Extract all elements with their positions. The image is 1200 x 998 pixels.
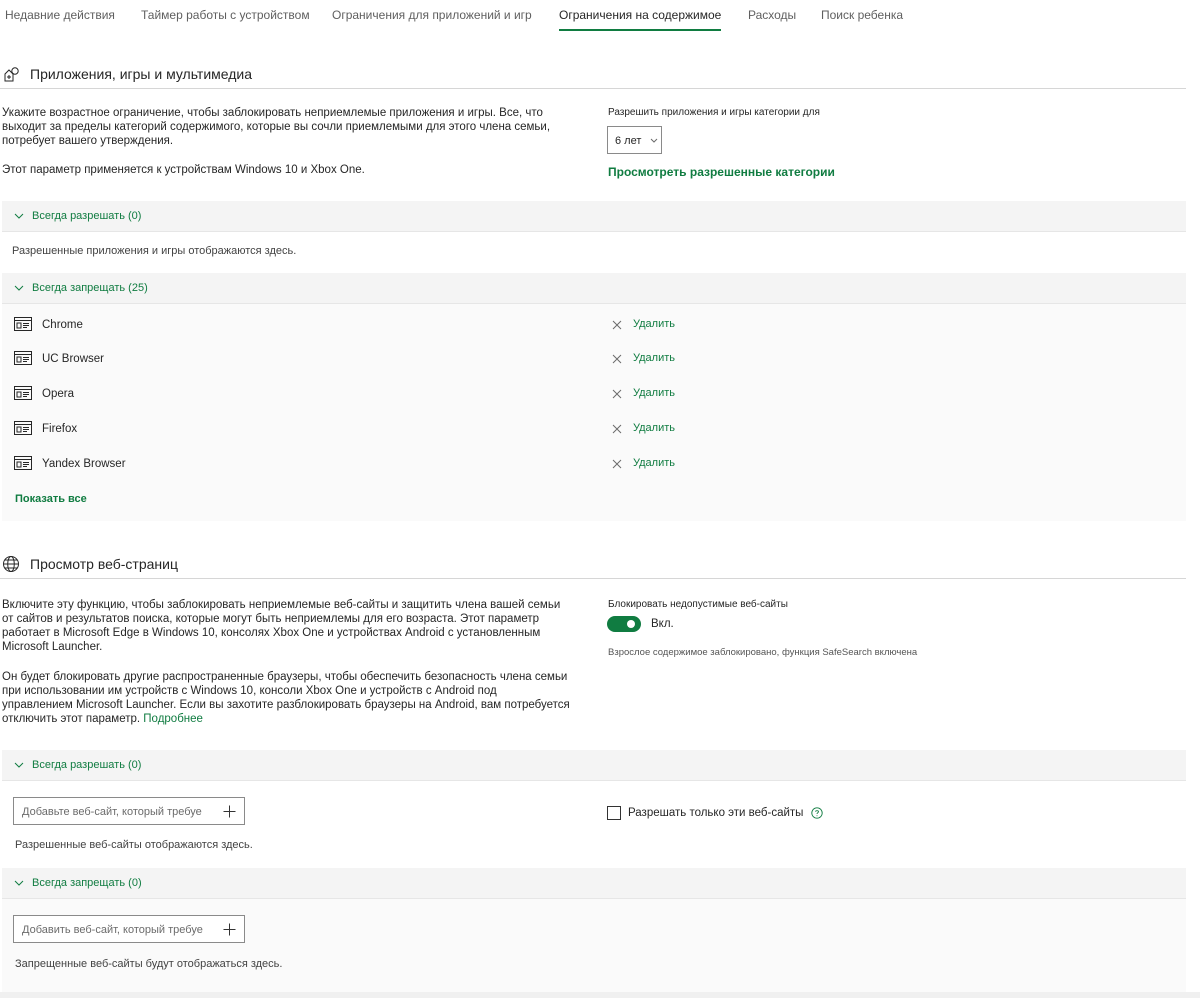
app-window-icon bbox=[14, 456, 32, 470]
remove-label: Удалить bbox=[633, 352, 675, 364]
web-always-allow-title: Всегда разрешать (0) bbox=[32, 759, 142, 771]
age-rating-select[interactable]: 6 лет bbox=[607, 126, 662, 154]
apps-description-line: Укажите возрастное ограничение, чтобы за… bbox=[2, 107, 543, 119]
help-circle-icon[interactable] bbox=[811, 807, 823, 819]
web-description-line: работает в Microsoft Edge в Windows 10, … bbox=[2, 627, 541, 639]
close-icon bbox=[612, 354, 622, 364]
close-icon bbox=[612, 320, 622, 330]
app-name: Opera bbox=[42, 388, 74, 400]
web-section-title: Просмотр веб-страниц bbox=[30, 556, 178, 572]
web-section-header: Просмотр веб-страниц bbox=[0, 549, 1186, 579]
chevron-down-icon bbox=[14, 762, 24, 768]
list-item: Opera Удалить bbox=[2, 376, 1186, 410]
apps-description-line: выходит за пределы категорий содержимого… bbox=[2, 121, 551, 133]
apps-always-allow-title: Всегда разрешать (0) bbox=[32, 210, 142, 222]
age-rating-value: 6 лет bbox=[615, 135, 642, 147]
apps-always-block-header[interactable]: Всегда запрещать (25) bbox=[2, 273, 1186, 303]
list-item: Firefox Удалить bbox=[2, 411, 1186, 445]
web-always-block-title: Всегда запрещать (0) bbox=[32, 877, 142, 889]
app-name: Firefox bbox=[42, 423, 78, 435]
allow-website-input[interactable]: Добавьте веб-сайт, который требуе bbox=[13, 797, 245, 825]
web-description-line: от сайтов и результатов поиска, которые … bbox=[2, 613, 540, 625]
chevron-down-icon bbox=[14, 285, 24, 291]
apps-description: Укажите возрастное ограничение, чтобы за… bbox=[2, 106, 592, 148]
app-window-icon bbox=[14, 421, 32, 435]
only-these-websites-checkbox[interactable] bbox=[607, 806, 621, 820]
web-description-line: Microsoft Launcher. bbox=[2, 641, 103, 653]
list-item: Chrome Удалить bbox=[2, 307, 1186, 341]
toggle-knob bbox=[627, 620, 635, 628]
remove-label: Удалить bbox=[633, 457, 675, 469]
tab-screen-time[interactable]: Таймер работы с устройством bbox=[141, 8, 310, 22]
apps-always-allow-header[interactable]: Всегда разрешать (0) bbox=[2, 201, 1186, 231]
web-description-line: управлением Microsoft Launcher. Если вы … bbox=[2, 699, 570, 711]
remove-label: Удалить bbox=[633, 387, 675, 399]
list-item: Yandex Browser Удалить bbox=[2, 446, 1186, 480]
apps-blocked-list: Chrome Удалить UC Browser Удалить Opera bbox=[2, 303, 1186, 521]
close-icon bbox=[612, 389, 622, 399]
remove-label: Удалить bbox=[633, 318, 675, 330]
tab-bar: Недавние действия Таймер работы с устрой… bbox=[0, 0, 1200, 34]
age-rating-label: Разрешить приложения и игры категории дл… bbox=[608, 107, 820, 118]
list-item: UC Browser Удалить bbox=[2, 341, 1186, 375]
tab-recent-activity[interactable]: Недавние действия bbox=[5, 8, 115, 22]
apps-section-title: Приложения, игры и мультимедиа bbox=[30, 66, 253, 82]
allow-website-placeholder: Добавьте веб-сайт, который требуе bbox=[22, 806, 202, 818]
web-description-line: Включите эту функцию, чтобы заблокироват… bbox=[2, 599, 561, 611]
safesearch-status-text: Взрослое содержимое заблокировано, функц… bbox=[608, 647, 918, 658]
apps-description-line: потребует вашего утверждения. bbox=[2, 135, 174, 147]
web-description-line: Он будет блокировать другие распростране… bbox=[2, 671, 568, 683]
app-window-icon bbox=[14, 386, 32, 400]
chevron-down-icon bbox=[14, 213, 24, 219]
show-all-link[interactable]: Показать все bbox=[15, 493, 87, 505]
web-description-line: отключить этот параметр. Подробнее bbox=[2, 712, 592, 726]
tab-spending[interactable]: Расходы bbox=[748, 8, 796, 22]
web-always-block-body bbox=[2, 898, 1186, 992]
apps-section-header: Приложения, игры и мультимедиа bbox=[0, 59, 1186, 89]
close-icon bbox=[612, 424, 622, 434]
globe-icon bbox=[3, 556, 19, 572]
apps-allowed-empty-text: Разрешенные приложения и игры отображают… bbox=[12, 245, 297, 257]
block-websites-label: Блокировать недопустимые веб-сайты bbox=[608, 599, 788, 610]
allowed-websites-empty-text: Разрешенные веб-сайты отображаются здесь… bbox=[15, 839, 253, 851]
chevron-down-icon bbox=[650, 138, 658, 143]
plus-icon[interactable] bbox=[223, 923, 236, 936]
block-website-placeholder: Добавить веб-сайт, который требуе bbox=[22, 924, 203, 936]
app-window-icon bbox=[14, 317, 32, 331]
close-icon bbox=[612, 459, 622, 469]
web-description-last: отключить этот параметр. bbox=[2, 713, 141, 725]
remove-label: Удалить bbox=[633, 422, 675, 434]
chevron-down-icon bbox=[14, 880, 24, 886]
apps-always-block-title: Всегда запрещать (25) bbox=[32, 282, 148, 294]
web-description-2: Он будет блокировать другие распростране… bbox=[2, 670, 592, 726]
app-name: Chrome bbox=[42, 319, 83, 331]
footer-divider bbox=[0, 992, 1200, 998]
app-window-icon bbox=[14, 351, 32, 365]
only-these-websites-label: Разрешать только эти веб-сайты bbox=[628, 807, 804, 819]
block-website-input[interactable]: Добавить веб-сайт, который требуе bbox=[13, 915, 245, 943]
web-always-block-header[interactable]: Всегда запрещать (0) bbox=[2, 868, 1186, 898]
toggle-state-label: Вкл. bbox=[651, 618, 674, 630]
plus-icon[interactable] bbox=[223, 805, 236, 818]
tab-find-child[interactable]: Поиск ребенка bbox=[821, 8, 903, 22]
apps-note: Этот параметр применяется к устройствам … bbox=[2, 164, 365, 176]
learn-more-link[interactable]: Подробнее bbox=[143, 713, 203, 725]
apps-always-allow-body: Разрешенные приложения и игры отображают… bbox=[2, 231, 1186, 269]
apps-games-media-icon bbox=[4, 67, 19, 82]
view-allowed-categories-link[interactable]: Просмотреть разрешенные категории bbox=[608, 165, 835, 179]
app-name: Yandex Browser bbox=[42, 458, 126, 470]
tab-content-restrictions[interactable]: Ограничения на содержимое bbox=[559, 8, 722, 31]
web-description-line: при использовании им устройств с Windows… bbox=[2, 685, 497, 697]
web-always-allow-header[interactable]: Всегда разрешать (0) bbox=[2, 750, 1186, 780]
tab-app-game-limits[interactable]: Ограничения для приложений и игр bbox=[332, 8, 532, 22]
app-name: UC Browser bbox=[42, 353, 104, 365]
block-websites-toggle[interactable] bbox=[607, 616, 641, 632]
blocked-websites-empty-text: Запрещенные веб-сайты будут отображаться… bbox=[15, 958, 283, 970]
web-description: Включите эту функцию, чтобы заблокироват… bbox=[2, 598, 592, 654]
